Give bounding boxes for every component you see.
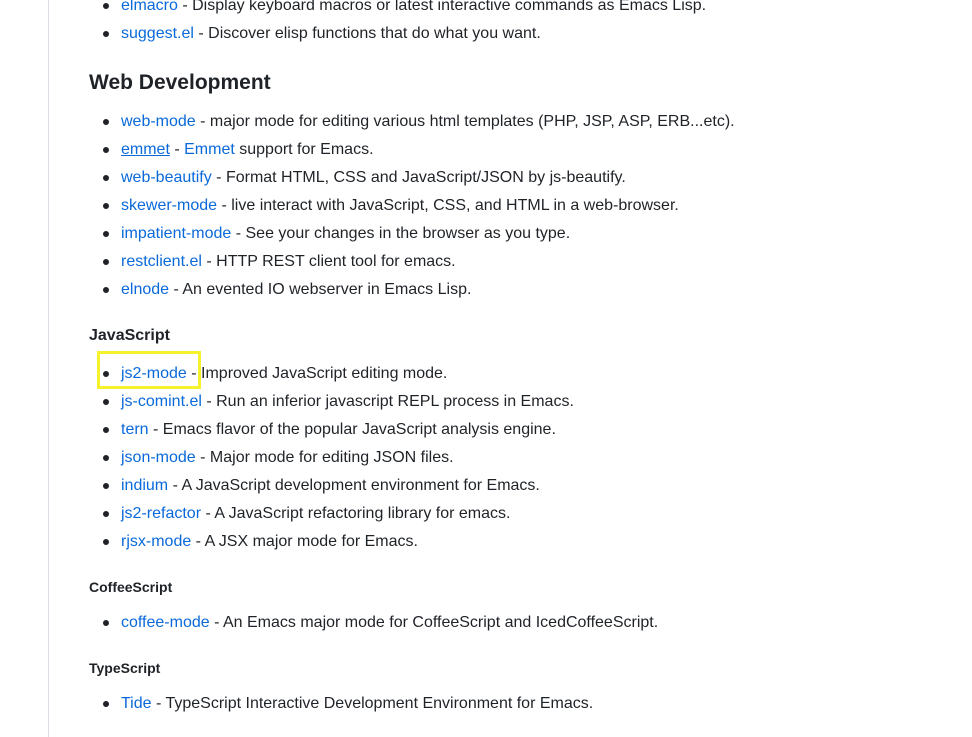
- list-item: impatient-mode - See your changes in the…: [0, 220, 735, 248]
- link-json-mode[interactable]: json-mode: [121, 449, 196, 466]
- list-item: rjsx-mode - A JSX major mode for Emacs.: [0, 528, 574, 556]
- link-suggest-el[interactable]: suggest.el: [121, 25, 194, 42]
- link-elnode[interactable]: elnode: [121, 281, 169, 298]
- bullet-icon: [103, 701, 109, 707]
- link-js2-mode[interactable]: js2-mode: [121, 365, 187, 382]
- item-description: - A JavaScript development environment f…: [168, 477, 540, 494]
- bullet-icon: [103, 399, 109, 405]
- item-description: support for Emacs.: [234, 141, 374, 158]
- list-item: indium - A JavaScript development enviro…: [0, 472, 574, 500]
- item-description: - See your changes in the browser as you…: [231, 225, 571, 242]
- list-item: js-comint.el - Run an inferior javascrip…: [0, 388, 574, 416]
- readme-content: elmacro - Display keyboard macros or lat…: [0, 0, 972, 737]
- bullet-icon: [103, 483, 109, 489]
- item-description: - A JavaScript refactoring library for e…: [201, 505, 511, 522]
- list-item: suggest.el - Discover elisp functions th…: [0, 20, 706, 48]
- item-description: - Improved JavaScript editing mode.: [186, 365, 448, 382]
- web-development-list: web-mode - major mode for editing variou…: [0, 108, 735, 304]
- bullet-icon: [103, 620, 109, 626]
- heading-typescript: TypeScript: [89, 660, 161, 676]
- item-description: - TypeScript Interactive Development Env…: [151, 695, 594, 712]
- link-js2-refactor[interactable]: js2-refactor: [121, 505, 201, 522]
- list-item: emmet - Emmet support for Emacs.: [0, 136, 735, 164]
- item-description: - live interact with JavaScript, CSS, an…: [217, 197, 679, 214]
- item-description: - Major mode for editing JSON files.: [195, 449, 454, 466]
- item-description: - Run an inferior javascript REPL proces…: [201, 393, 574, 410]
- bullet-icon: [103, 427, 109, 433]
- bullet-icon: [103, 3, 109, 9]
- list-item: js2-refactor - A JavaScript refactoring …: [0, 500, 574, 528]
- bullet-icon: [103, 371, 109, 377]
- item-description: - Discover elisp functions that do what …: [193, 25, 541, 42]
- link-tern[interactable]: tern: [121, 421, 149, 438]
- list-item: elnode - An evented IO webserver in Emac…: [0, 276, 735, 304]
- list-item: restclient.el - HTTP REST client tool fo…: [0, 248, 735, 276]
- item-description: - major mode for editing various html te…: [195, 113, 735, 130]
- list-item: elmacro - Display keyboard macros or lat…: [0, 0, 706, 20]
- list-item: coffee-mode - An Emacs major mode for Co…: [0, 609, 658, 637]
- bullet-icon: [103, 175, 109, 181]
- bullet-icon: [103, 287, 109, 293]
- item-description: - Format HTML, CSS and JavaScript/JSON b…: [211, 169, 626, 186]
- link-elmacro[interactable]: elmacro: [121, 0, 178, 14]
- list-item: json-mode - Major mode for editing JSON …: [0, 444, 574, 472]
- list-item: js2-mode - Improved JavaScript editing m…: [0, 360, 574, 388]
- bullet-icon: [103, 203, 109, 209]
- link-emmet-project[interactable]: Emmet: [184, 141, 235, 158]
- link-tide[interactable]: Tide: [121, 695, 152, 712]
- bullet-icon: [103, 455, 109, 461]
- javascript-list: js2-mode - Improved JavaScript editing m…: [0, 360, 574, 556]
- link-rjsx-mode[interactable]: rjsx-mode: [121, 533, 191, 550]
- bullet-icon: [103, 511, 109, 517]
- item-description: - An evented IO webserver in Emacs Lisp.: [169, 281, 472, 298]
- link-coffee-mode[interactable]: coffee-mode: [121, 614, 210, 631]
- item-description: - Emacs flavor of the popular JavaScript…: [148, 421, 556, 438]
- list-item: web-mode - major mode for editing variou…: [0, 108, 735, 136]
- coffeescript-list: coffee-mode - An Emacs major mode for Co…: [0, 609, 658, 637]
- link-restclient-el[interactable]: restclient.el: [121, 253, 202, 270]
- item-separator: -: [169, 141, 185, 158]
- link-impatient-mode[interactable]: impatient-mode: [121, 225, 231, 242]
- link-web-mode[interactable]: web-mode: [121, 113, 196, 130]
- typescript-list: Tide - TypeScript Interactive Developmen…: [0, 690, 593, 718]
- item-description: - A JSX major mode for Emacs.: [191, 533, 418, 550]
- link-skewer-mode[interactable]: skewer-mode: [121, 197, 217, 214]
- item-description: - HTTP REST client tool for emacs.: [201, 253, 456, 270]
- list-item: Tide - TypeScript Interactive Developmen…: [0, 690, 593, 718]
- link-web-beautify[interactable]: web-beautify: [121, 169, 212, 186]
- bullet-icon: [103, 31, 109, 37]
- bullet-icon: [103, 259, 109, 265]
- link-indium[interactable]: indium: [121, 477, 168, 494]
- link-emmet[interactable]: emmet: [121, 141, 170, 158]
- item-description: - Display keyboard macros or latest inte…: [177, 0, 707, 14]
- link-js-comint-el[interactable]: js-comint.el: [121, 393, 202, 410]
- list-item: skewer-mode - live interact with JavaScr…: [0, 192, 735, 220]
- editing-tools-list-tail: elmacro - Display keyboard macros or lat…: [0, 0, 706, 48]
- heading-coffeescript: CoffeeScript: [89, 579, 173, 595]
- bullet-icon: [103, 231, 109, 237]
- item-description: - An Emacs major mode for CoffeeScript a…: [209, 614, 659, 631]
- bullet-icon: [103, 147, 109, 153]
- heading-javascript: JavaScript: [89, 327, 170, 344]
- heading-web-development: Web Development: [89, 71, 271, 94]
- bullet-icon: [103, 119, 109, 125]
- list-item: tern - Emacs flavor of the popular JavaS…: [0, 416, 574, 444]
- list-item: web-beautify - Format HTML, CSS and Java…: [0, 164, 735, 192]
- bullet-icon: [103, 539, 109, 545]
